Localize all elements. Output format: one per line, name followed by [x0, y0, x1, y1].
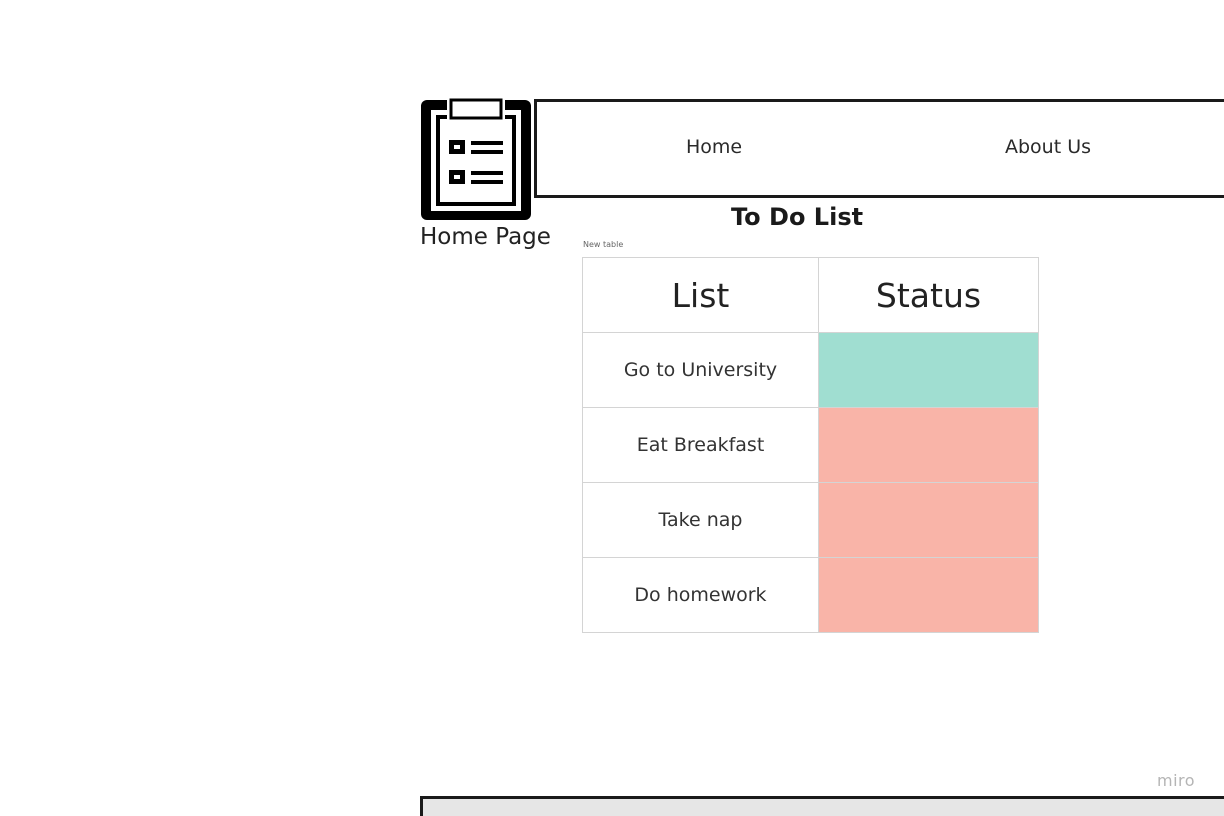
status-cell-pending[interactable] — [818, 482, 1039, 558]
table-header-row: List Status — [582, 257, 1039, 333]
todo-item-cell[interactable]: Go to University — [582, 332, 819, 408]
nav-home-link[interactable]: Home — [686, 136, 742, 158]
status-cell-done[interactable] — [818, 332, 1039, 408]
nav-about-us-link[interactable]: About Us — [1005, 136, 1091, 158]
status-cell-pending[interactable] — [818, 557, 1039, 633]
column-header-status: Status — [818, 257, 1039, 333]
top-navbar: Home About Us — [534, 99, 1224, 198]
status-cell-pending[interactable] — [818, 407, 1039, 483]
page-title: To Do List — [731, 203, 864, 231]
wireframe-canvas: Home Page Home About Us To Do List New t… — [0, 0, 1224, 816]
column-header-list: List — [582, 257, 819, 333]
todo-table: List Status Go to University Eat Breakfa… — [582, 257, 1039, 633]
home-page-caption: Home Page — [420, 224, 551, 250]
todo-item-cell[interactable]: Do homework — [582, 557, 819, 633]
table-row: Eat Breakfast — [582, 407, 1039, 483]
miro-watermark: miro — [1157, 771, 1196, 790]
table-caption: New table — [583, 240, 624, 249]
table-row: Do homework — [582, 557, 1039, 633]
table-row: Go to University — [582, 332, 1039, 408]
footer-bar — [420, 796, 1224, 816]
todo-item-cell[interactable]: Eat Breakfast — [582, 407, 819, 483]
clipboard-list-icon[interactable] — [419, 98, 533, 222]
table-row: Take nap — [582, 482, 1039, 558]
todo-item-cell[interactable]: Take nap — [582, 482, 819, 558]
